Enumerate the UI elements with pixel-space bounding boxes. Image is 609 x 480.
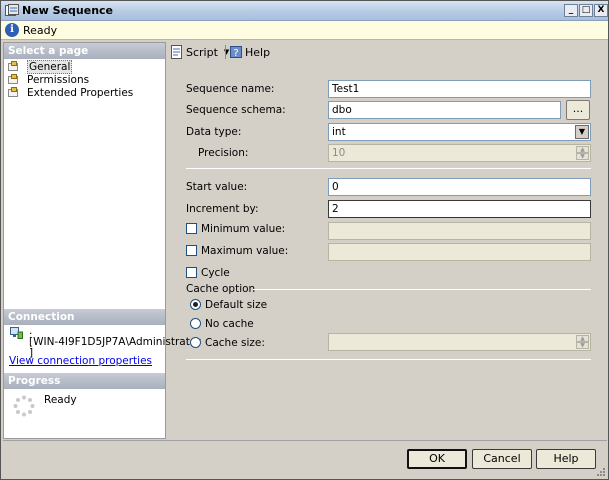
minimum-value-checkbox[interactable] <box>186 223 197 234</box>
data-type-select[interactable]: int ▼ <box>328 123 591 141</box>
page-icon <box>8 61 22 72</box>
connection-header: Connection <box>4 309 165 325</box>
precision-label: Precision: <box>198 147 249 159</box>
help-button[interactable]: Help <box>536 449 596 469</box>
maximum-value-checkbox[interactable] <box>186 245 197 256</box>
sequence-schema-label: Sequence schema: <box>186 104 286 116</box>
data-type-value: int <box>332 126 346 138</box>
window-title: New Sequence <box>22 4 114 17</box>
cache-size-label: Cache size: <box>205 337 265 349</box>
precision-value: 10 <box>332 147 346 159</box>
left-pane: Select a page General Permissions Extend… <box>3 42 201 439</box>
select-page-header: Select a page <box>4 43 165 59</box>
script-button[interactable]: Script ▼ <box>170 45 229 59</box>
page-item-extended-properties[interactable]: Extended Properties <box>8 86 133 99</box>
cache-option-header: Cache option <box>186 283 256 295</box>
divider <box>186 359 591 360</box>
cache-size-stepper: ▲ ▼ <box>328 333 591 351</box>
page-icon <box>8 74 22 85</box>
minimum-value-input <box>328 222 591 240</box>
close-button[interactable]: X <box>594 4 608 17</box>
browse-schema-button[interactable]: ... <box>566 100 590 120</box>
status-bar: i Ready <box>1 21 608 40</box>
no-cache-label: No cache <box>205 318 254 330</box>
cancel-button[interactable]: Cancel <box>472 449 532 469</box>
chevron-down-icon[interactable]: ▼ <box>575 125 589 139</box>
toolbar-separator <box>225 45 226 59</box>
page-item-label: Extended Properties <box>27 86 134 99</box>
page-item-label: General <box>27 59 73 74</box>
page-icon <box>8 87 22 98</box>
new-sequence-dialog: New Sequence _ □ X i Ready Select a page… <box>0 0 609 480</box>
cache-option-divider <box>253 289 591 290</box>
sequence-name-input[interactable]: Test1 <box>328 80 591 98</box>
help-label: Help <box>245 45 271 59</box>
resize-grip-icon[interactable] <box>595 466 606 477</box>
script-icon <box>171 45 182 59</box>
progress-spinner-icon <box>13 395 35 417</box>
increment-by-label: Increment by: <box>186 203 259 215</box>
ok-button[interactable]: OK <box>407 449 467 469</box>
minimize-button[interactable]: _ <box>564 4 578 17</box>
sequence-icon <box>5 4 19 16</box>
page-item-permissions[interactable]: Permissions <box>8 73 89 86</box>
precision-stepper: 10 ▲ ▼ <box>328 144 591 162</box>
status-text: Ready <box>23 24 58 37</box>
start-value-input[interactable]: 0 <box>328 178 591 196</box>
maximum-value-label: Maximum value: <box>201 245 289 257</box>
title-bar[interactable]: New Sequence _ □ X <box>1 1 608 21</box>
increment-by-input[interactable]: 2 <box>328 200 591 218</box>
data-type-label: Data type: <box>186 126 242 138</box>
help-toolbar-button[interactable]: ? Help <box>229 45 270 59</box>
start-value-label: Start value: <box>186 181 248 193</box>
page-item-general[interactable]: General <box>8 59 73 74</box>
default-size-label: Default size <box>205 299 268 311</box>
cache-size-spin-buttons: ▲ ▼ <box>576 335 589 349</box>
info-icon: i <box>5 23 19 37</box>
bottom-divider <box>3 440 607 441</box>
cycle-label: Cycle <box>201 267 230 279</box>
script-label: Script <box>186 45 218 59</box>
cache-size-radio[interactable] <box>190 337 201 348</box>
help-book-icon: ? <box>230 46 242 59</box>
svg-text:?: ? <box>233 48 238 59</box>
minimum-value-label: Minimum value: <box>201 223 286 235</box>
maximize-button[interactable]: □ <box>579 4 593 17</box>
page-item-label: Permissions <box>27 73 90 86</box>
general-page-form: Sequence name: Test1 Sequence schema: db… <box>168 61 608 439</box>
sequence-name-label: Sequence name: <box>186 83 275 95</box>
progress-status: Ready <box>44 394 77 406</box>
default-size-radio[interactable] <box>190 299 201 310</box>
maximum-value-input <box>328 243 591 261</box>
server-connection-icon <box>10 327 23 339</box>
precision-spin-buttons: ▲ ▼ <box>576 146 589 160</box>
progress-header: Progress <box>4 373 165 389</box>
no-cache-radio[interactable] <box>190 318 201 329</box>
divider <box>186 168 591 169</box>
toolbar: Script ▼ ? Help <box>168 42 608 61</box>
view-connection-properties-link[interactable]: View connection properties <box>9 355 152 367</box>
cycle-checkbox[interactable] <box>186 267 197 278</box>
sequence-schema-input[interactable]: dbo <box>328 101 561 119</box>
